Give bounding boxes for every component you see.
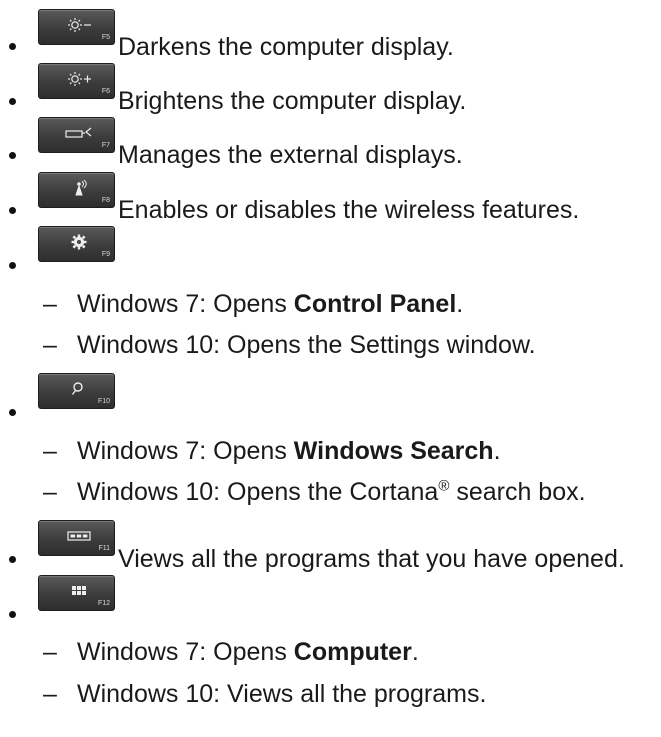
sub-text: Windows 7: Opens xyxy=(77,437,294,465)
settings-gear-icon xyxy=(71,234,87,250)
bullet xyxy=(9,262,16,269)
sub-text: Windows 10: Views all the programs. xyxy=(77,680,487,708)
f5-description: Darkens the computer display. xyxy=(118,33,454,61)
wireless-icon xyxy=(75,179,87,196)
fkey-label: F5 xyxy=(101,34,110,41)
sub-text: Windows 10: Opens the Cortana xyxy=(77,478,439,506)
sub-bold-text: Control Panel xyxy=(293,290,457,318)
fkey-label: F10 xyxy=(97,398,110,405)
f9-windows10-item: – Windows 10: Opens the Settings window. xyxy=(43,331,536,359)
fkey-label: F11 xyxy=(98,545,110,552)
f7-key: F7 xyxy=(38,117,115,153)
brightness-up-icon xyxy=(68,72,91,86)
f11-key: F11 xyxy=(38,520,115,556)
sub-suffix: . xyxy=(456,290,464,318)
fkey-label: F9 xyxy=(101,251,110,258)
sub-text: Windows 10: Opens the Settings window. xyxy=(77,331,536,359)
f8-key: F8 xyxy=(38,172,115,208)
f9-key: F9 xyxy=(38,226,115,262)
f10-windows10-item: – Windows 10: Opens the Cortana® search b… xyxy=(43,477,586,506)
bullet xyxy=(9,611,16,618)
f11-description: Views all the programs that you have ope… xyxy=(118,545,625,573)
bullet xyxy=(9,152,16,159)
f6-key: F6 xyxy=(38,63,115,99)
fkey-label: F6 xyxy=(101,88,110,95)
sub-text: Windows 7: Opens xyxy=(77,290,294,318)
f7-description: Manages the external displays. xyxy=(118,141,463,169)
sub-bold-text: Windows Search xyxy=(293,437,494,465)
fkey-label: F12 xyxy=(97,600,110,607)
f8-description: Enables or disables the wireless feature… xyxy=(118,196,580,224)
bullet xyxy=(9,98,16,105)
f12-windows7-item: – Windows 7: Opens Computer. xyxy=(43,638,419,666)
sub-suffix: search box. xyxy=(449,478,586,506)
bullet xyxy=(9,43,16,50)
sub-suffix: . xyxy=(493,437,501,465)
f12-key: F12 xyxy=(38,575,115,611)
f12-windows10-item: – Windows 10: Views all the programs. xyxy=(43,680,487,708)
task-view-icon xyxy=(67,531,91,541)
f6-description: Brightens the computer display. xyxy=(118,87,467,115)
brightness-down-icon xyxy=(68,18,91,32)
bullet xyxy=(9,409,16,416)
f5-key: F5 xyxy=(38,9,115,45)
sub-suffix: . xyxy=(411,638,419,666)
fkey-label: F8 xyxy=(101,197,110,204)
f10-key: F10 xyxy=(38,373,115,409)
apps-grid-icon xyxy=(72,586,86,595)
registered-mark: ® xyxy=(438,477,450,495)
fkey-label: F7 xyxy=(101,142,110,149)
f10-windows7-item: – Windows 7: Opens Windows Search. xyxy=(43,437,501,465)
external-display-icon xyxy=(65,127,92,138)
bullet xyxy=(9,556,16,563)
sub-text: Windows 7: Opens xyxy=(77,638,294,666)
f9-windows7-item: – Windows 7: Opens Control Panel. xyxy=(43,290,464,318)
search-icon xyxy=(71,382,83,395)
sub-bold-text: Computer xyxy=(293,638,412,666)
bullet xyxy=(9,207,16,214)
